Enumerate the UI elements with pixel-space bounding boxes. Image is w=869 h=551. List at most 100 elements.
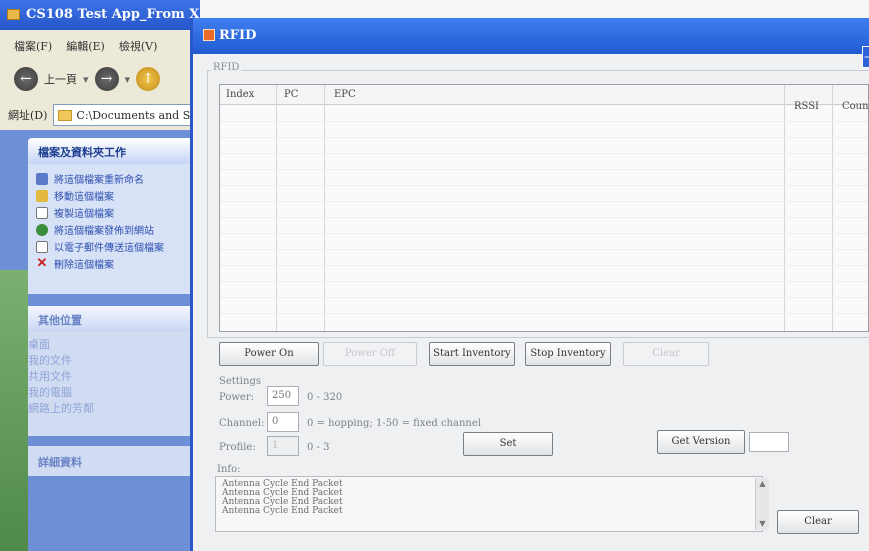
up-folder-icon[interactable]: ↑ xyxy=(136,67,161,91)
clear-table-button[interactable]: Clear xyxy=(623,342,709,366)
profile-field[interactable]: 1 xyxy=(267,436,299,456)
rfid-window: RFID _ RFID Index PC EPC RSSI Count Powe… xyxy=(190,18,869,551)
rfid-group-label: RFID xyxy=(211,62,242,73)
row-line xyxy=(220,169,868,170)
info-line: Antenna Cycle End Packet xyxy=(222,506,343,516)
details-title[interactable]: 詳細資料 xyxy=(28,446,194,478)
column-count[interactable]: Count xyxy=(842,101,868,112)
back-label[interactable]: 上一頁 xyxy=(44,71,77,87)
folder-icon xyxy=(58,109,73,121)
chevron-down-icon[interactable]: ▾ xyxy=(125,73,131,86)
forward-icon[interactable]: → xyxy=(94,67,119,91)
row-line xyxy=(220,201,868,202)
chevron-down-icon[interactable]: ▾ xyxy=(83,73,89,86)
place-label: 網路上的芳鄰 xyxy=(28,402,94,415)
explorer-toolbar: ← 上一頁 ▾ → ▾ ↑ xyxy=(0,58,200,100)
place-shared-documents[interactable]: 共用文件 xyxy=(28,368,194,384)
power-hint: 0 - 320 xyxy=(307,392,343,403)
minimize-button[interactable]: _ xyxy=(862,46,869,68)
task-rename[interactable]: 將這個檔案重新命名 xyxy=(28,170,194,187)
place-my-computer[interactable]: 我的電腦 xyxy=(28,384,194,400)
address-input[interactable]: C:\Documents and Set xyxy=(53,104,200,126)
version-field[interactable] xyxy=(749,432,789,452)
menu-edit[interactable]: 編輯(E) xyxy=(66,38,105,58)
task-publish[interactable]: 將這個檔案發佈到網站 xyxy=(28,221,194,238)
explorer-title: CS108 Test App_From X60 xyxy=(26,7,200,22)
scroll-up-icon[interactable]: ▲ xyxy=(756,478,769,490)
profile-hint: 0 - 3 xyxy=(307,442,330,453)
scroll-down-icon[interactable]: ▼ xyxy=(756,518,769,530)
address-bar: 網址(D) C:\Documents and Set xyxy=(0,100,200,130)
row-line xyxy=(220,153,868,154)
info-log[interactable]: Antenna Cycle End Packet Antenna Cycle E… xyxy=(215,476,763,532)
channel-label: Channel: xyxy=(219,418,265,429)
place-my-documents[interactable]: 我的文件 xyxy=(28,352,194,368)
copy-icon xyxy=(36,206,48,219)
other-places-title[interactable]: 其他位置 xyxy=(28,306,194,332)
explorer-window: CS108 Test App_From X60 檔案(F) 編輯(E) 檢視(V… xyxy=(0,0,200,551)
rfid-title-bar: RFID _ xyxy=(193,18,869,68)
window-title: RFID xyxy=(219,28,257,43)
task-label: 複製這個檔案 xyxy=(54,209,114,220)
menu-file[interactable]: 檔案(F) xyxy=(14,38,52,58)
other-places-panel: 其他位置 桌面 我的文件 共用文件 我的電腦 網路上的芳鄰 xyxy=(28,306,194,436)
task-copy[interactable]: 複製這個檔案 xyxy=(28,204,194,221)
task-label: 將這個檔案重新命名 xyxy=(54,175,144,186)
place-desktop[interactable]: 桌面 xyxy=(28,336,194,352)
file-tasks-title[interactable]: 檔案及資料夾工作 xyxy=(28,138,194,164)
set-button[interactable]: Set xyxy=(463,432,553,456)
place-label: 我的文件 xyxy=(28,354,72,367)
clear-info-button[interactable]: Clear xyxy=(777,510,859,534)
info-label: Info: xyxy=(217,464,241,475)
row-line xyxy=(220,217,868,218)
task-email[interactable]: 以電子郵件傳送這個檔案 xyxy=(28,238,194,255)
info-scrollbar[interactable]: ▲ ▼ xyxy=(755,478,769,530)
back-icon[interactable]: ← xyxy=(14,67,38,91)
place-label: 桌面 xyxy=(28,338,50,351)
delete-icon: ✕ xyxy=(36,255,48,271)
menu-view[interactable]: 檢視(V) xyxy=(119,38,158,58)
start-inventory-button[interactable]: Start Inventory xyxy=(429,342,515,366)
row-line xyxy=(220,249,868,250)
channel-hint: 0 = hopping; 1-50 = fixed channel xyxy=(307,418,481,429)
row-line xyxy=(220,297,868,298)
task-move[interactable]: 移動這個檔案 xyxy=(28,187,194,204)
column-pc[interactable]: PC xyxy=(284,89,298,100)
channel-field[interactable]: 0 xyxy=(267,412,299,432)
column-epc[interactable]: EPC xyxy=(334,89,356,100)
column-index[interactable]: Index xyxy=(226,89,254,100)
task-label: 刪除這個檔案 xyxy=(54,260,114,271)
task-label: 以電子郵件傳送這個檔案 xyxy=(54,243,164,254)
task-label: 將這個檔案發佈到網站 xyxy=(54,226,154,237)
folder-icon xyxy=(7,9,20,20)
power-on-button[interactable]: Power On xyxy=(219,342,319,366)
row-line xyxy=(220,281,868,282)
get-version-button[interactable]: Get Version xyxy=(657,430,745,454)
explorer-title-bar: CS108 Test App_From X60 xyxy=(0,0,200,30)
tag-table[interactable]: Index PC EPC RSSI Count xyxy=(219,84,869,332)
table-header: Index PC EPC RSSI Count xyxy=(220,85,868,112)
move-icon xyxy=(36,189,48,202)
rename-icon xyxy=(36,172,48,185)
globe-icon xyxy=(36,223,48,236)
stop-inventory-button[interactable]: Stop Inventory xyxy=(525,342,611,366)
row-line xyxy=(220,121,868,122)
details-panel: 詳細資料 xyxy=(28,446,194,476)
column-rssi[interactable]: RSSI xyxy=(794,101,819,112)
row-line xyxy=(220,233,868,234)
task-delete[interactable]: ✕ 刪除這個檔案 xyxy=(28,255,194,272)
address-label: 網址(D) xyxy=(8,109,48,122)
power-off-button[interactable]: Power Off xyxy=(323,342,417,366)
row-line xyxy=(220,185,868,186)
mail-icon xyxy=(36,240,48,253)
place-network[interactable]: 網路上的芳鄰 xyxy=(28,400,194,416)
profile-label: Profile: xyxy=(219,442,256,453)
app-icon xyxy=(203,29,215,41)
address-value: C:\Documents and Set xyxy=(76,108,200,122)
row-line xyxy=(220,137,868,138)
power-field[interactable]: 250 xyxy=(267,386,299,406)
power-label: Power: xyxy=(219,392,254,403)
settings-label: Settings xyxy=(219,376,261,387)
file-tasks-panel: 檔案及資料夾工作 將這個檔案重新命名 移動這個檔案 複製這個檔案 將這個檔案發佈… xyxy=(28,138,194,294)
desktop-background xyxy=(0,270,28,551)
